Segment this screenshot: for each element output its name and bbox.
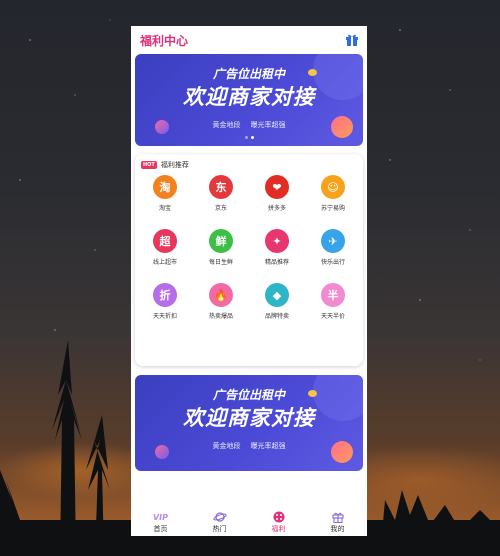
brand-icon: ◆ [265,283,289,307]
carousel-indicator [131,136,367,142]
tab-label: 首页 [153,525,168,533]
banner-line2: 欢迎商家对接 [183,406,315,430]
banner-tags: 黄金地段 曝光率超强 [135,441,363,451]
banner-tag-2: 曝光率超强 [250,121,286,129]
banner-tag-2: 曝光率超强 [250,442,286,450]
shortcut-label: 天天折扣 [152,313,177,320]
shortcut-label: 天天半价 [320,313,345,320]
jd-icon: 东 [209,175,233,199]
shortcut-featured[interactable]: ✦ 精品推荐 [249,229,305,266]
banner-tag-1: 黄金地段 [212,442,241,450]
fire-icon: 🔥 [209,283,233,307]
shortcut-brand[interactable]: ◆ 品牌特卖 [249,283,305,320]
shortcut-label: 淘宝 [158,205,171,212]
shortcut-discount[interactable]: 折 天天折扣 [137,283,193,320]
tab-label: 我的 [330,525,345,533]
shortcut-label: 热卖爆品 [208,313,233,320]
suning-icon: ☺ [321,175,345,199]
pinduoduo-icon: ❤ [265,175,289,199]
shortcut-hot-sale[interactable]: 🔥 热卖爆品 [193,283,249,320]
shortcut-label: 快乐出行 [320,259,345,266]
shortcut-travel[interactable]: ✈ 快乐出行 [305,229,361,266]
shortcut-label: 精品推荐 [264,259,289,266]
tab-hot[interactable]: 热门 [190,508,249,536]
shortcut-pinduoduo[interactable]: ❤ 拼多多 [249,175,305,212]
tab-mine[interactable]: 我的 [308,508,367,536]
header: 福利中心 [131,26,367,54]
shortcut-grid: 淘 淘宝 东 京东 ❤ 拼多多 ☺ 苏宁易购 超 线上超市 鲜 每日生鲜 ✦ 精… [135,170,363,320]
plane-icon: ✈ [321,229,345,253]
welfare-card: HOT 福利推荐 淘 淘宝 东 京东 ❤ 拼多多 ☺ 苏宁易购 超 线上超市 鲜… [135,154,363,366]
banner-line1: 广告位出租中 [212,67,285,81]
shortcut-supermarket[interactable]: 超 线上超市 [137,229,193,266]
vip-icon: VIP [152,512,169,522]
shortcut-label: 品牌特卖 [264,313,289,320]
card-header: HOT 福利推荐 [135,154,363,170]
discount-icon: 折 [153,283,177,307]
banner-tag-1: 黄金地段 [212,121,241,129]
fresh-icon: 鲜 [209,229,233,253]
page-title: 福利中心 [140,34,189,48]
banner-line1: 广告位出租中 [212,388,285,402]
shortcut-fresh[interactable]: 鲜 每日生鲜 [193,229,249,266]
section-title: 福利推荐 [160,161,189,169]
tab-home[interactable]: VIP 首页 [131,508,190,536]
supermarket-icon: 超 [153,229,177,253]
shortcut-jd[interactable]: 东 京东 [193,175,249,212]
shortcut-label: 苏宁易购 [320,205,345,212]
gift-icon[interactable] [345,33,359,46]
ad-banner-bottom[interactable]: 广告位出租中 欢迎商家对接 黄金地段 曝光率超强 [135,375,363,471]
shortcut-label: 京东 [214,205,227,212]
banner-tags: 黄金地段 曝光率超强 [135,120,363,130]
tshirt-icon: ✦ [265,229,289,253]
tab-label: 福利 [271,525,286,533]
gift-icon [331,512,344,523]
tab-label: 热门 [212,525,227,533]
shortcut-suning[interactable]: ☺ 苏宁易购 [305,175,361,212]
hot-badge: HOT [141,161,157,169]
shortcut-half-price[interactable]: 半 天天半价 [305,283,361,320]
half-price-icon: 半 [321,283,345,307]
banner-line2: 欢迎商家对接 [183,85,315,109]
shortcut-label: 线上超市 [152,259,177,266]
phone-screen: 福利中心 广告位出租中 欢迎商家对接 黄金地段 曝光率超强 HOT 福利推荐 淘… [131,26,367,536]
shortcut-label: 拼多多 [267,205,286,212]
tab-welfare[interactable]: 福利 [249,508,308,536]
taobao-icon: 淘 [153,175,177,199]
carousel-dot[interactable] [244,136,248,139]
dots-icon [273,511,284,523]
shortcut-label: 每日生鲜 [208,259,233,266]
planet-icon [212,512,227,522]
carousel-dot-active[interactable] [250,136,254,139]
ad-banner-top[interactable]: 广告位出租中 欢迎商家对接 黄金地段 曝光率超强 [135,54,363,146]
shortcut-taobao[interactable]: 淘 淘宝 [137,175,193,212]
bottom-tab-bar: VIP 首页 热门 福利 我的 [131,508,367,536]
